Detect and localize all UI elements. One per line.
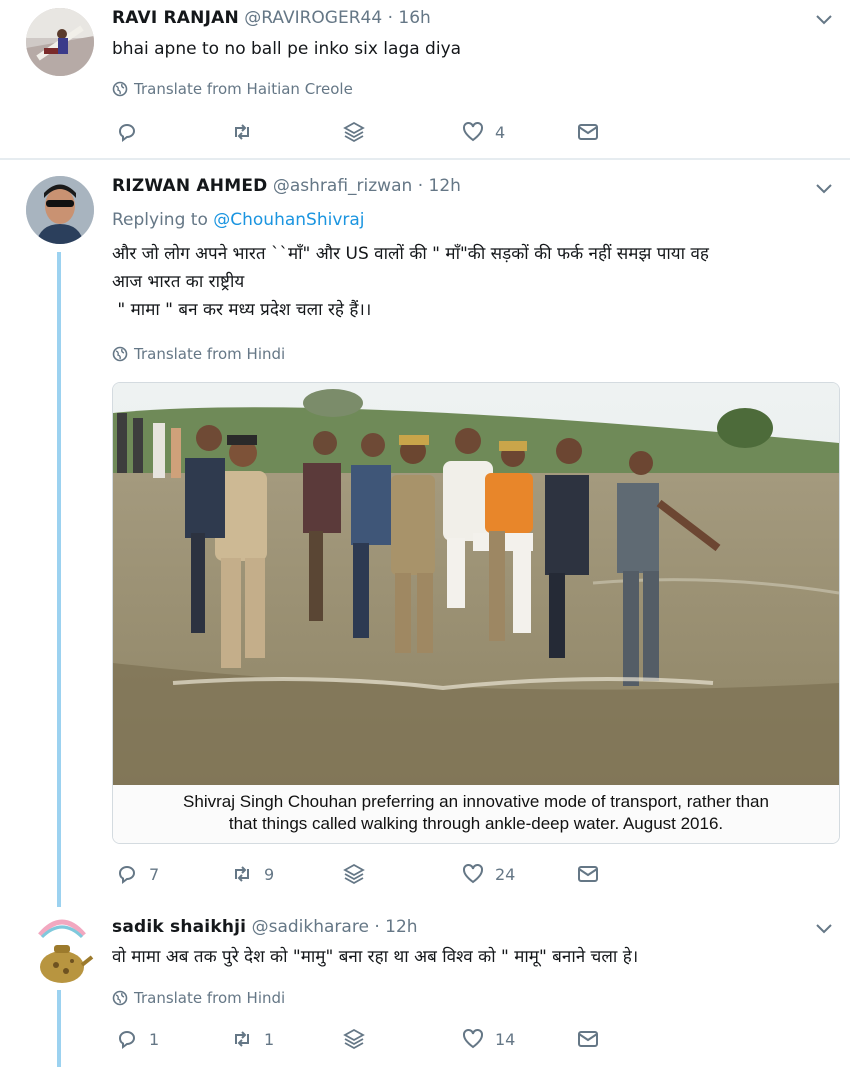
author-name[interactable]: RAVI RANJAN: [112, 8, 239, 28]
heart-icon: [463, 1028, 483, 1049]
reply-icon: [119, 1031, 135, 1049]
media-card[interactable]: Shivraj Singh Chouhan preferring an inno…: [112, 382, 840, 844]
like-button[interactable]: 24: [461, 862, 515, 886]
stack-button[interactable]: [342, 120, 366, 144]
author-name[interactable]: RIZWAN AHMED: [112, 176, 267, 196]
message-icon: [578, 866, 598, 882]
tweet-text: वो मामा अब तक पुरे देश को "मामु" बना रहा…: [112, 947, 639, 967]
reply-icon: [119, 124, 135, 142]
tweet-rizwan-ahmed[interactable]: RIZWAN AHMED @ashrafi_rizwan · 12h Reply…: [0, 160, 850, 905]
reply-icon: [119, 866, 135, 884]
retweet-button[interactable]: 9: [230, 862, 274, 886]
chevron-down-icon[interactable]: [814, 13, 834, 27]
tweet-actions: 1 1 14: [112, 1027, 612, 1057]
reply-button[interactable]: [115, 120, 149, 144]
direct-message-button[interactable]: [576, 120, 600, 144]
translate-label: Translate from Hindi: [134, 989, 286, 1007]
separator-dot: ·: [417, 176, 424, 196]
chevron-down-icon[interactable]: [814, 922, 834, 936]
stack-icon: [343, 121, 365, 143]
translate-label: Translate from Hindi: [134, 345, 286, 363]
retweet-count: 1: [264, 1029, 275, 1049]
media-photo[interactable]: [113, 383, 839, 785]
message-icon: [578, 124, 598, 140]
separator-dot: ·: [374, 917, 380, 937]
retweet-icon: [235, 866, 249, 882]
direct-message-button[interactable]: [576, 862, 600, 886]
timestamp[interactable]: 12h: [385, 917, 417, 937]
media-caption: Shivraj Singh Chouhan preferring an inno…: [113, 785, 839, 843]
like-count: 4: [495, 122, 506, 142]
globe-icon: [112, 81, 128, 97]
chevron-down-icon[interactable]: [814, 182, 834, 196]
like-button[interactable]: 14: [461, 1027, 515, 1051]
separator-dot: ·: [387, 8, 393, 28]
timestamp[interactable]: 12h: [429, 176, 461, 196]
tweet-text: bhai apne to no ball pe inko six laga di…: [112, 39, 462, 59]
reply-count: 1: [149, 1029, 160, 1049]
stack-button[interactable]: [342, 862, 366, 886]
heart-icon: [463, 121, 483, 142]
translate-label: Translate from Haitian Creole: [134, 80, 353, 98]
translate-link[interactable]: Translate from Hindi: [112, 345, 285, 363]
media-caption-line: Shivraj Singh Chouhan preferring an inno…: [183, 792, 769, 811]
globe-icon: [112, 990, 128, 1006]
author-name[interactable]: sadik shaikhji: [112, 917, 246, 937]
translate-link[interactable]: Translate from Haitian Creole: [112, 80, 353, 98]
translate-link[interactable]: Translate from Hindi: [112, 989, 285, 1007]
avatar[interactable]: [26, 176, 94, 244]
tweet-header: sadik shaikhji @sadikharare · 12h: [112, 917, 418, 937]
tweet-text-line: आज भारत का राष्ट्रीय: [112, 272, 245, 292]
like-count: 24: [495, 864, 516, 884]
tweet-text-line: और जो लोग अपने भारत ``माँ" और US वालों क…: [112, 244, 709, 264]
globe-icon: [112, 346, 128, 362]
replying-prefix: Replying to: [112, 210, 208, 230]
like-button[interactable]: 4: [461, 120, 505, 144]
reply-count: 7: [149, 864, 160, 884]
reply-button[interactable]: 7: [115, 862, 159, 886]
stack-icon: [343, 1028, 365, 1050]
tweet-text-line: " मामा " बन कर मध्य प्रदेश चला रहे हैं।।: [112, 300, 372, 320]
heart-icon: [463, 863, 483, 884]
retweet-button[interactable]: 1: [230, 1027, 274, 1051]
retweet-icon: [235, 1031, 249, 1047]
tweet-header: RAVI RANJAN @RAVIROGER44 · 16h: [112, 8, 431, 28]
stack-icon: [343, 863, 365, 885]
retweet-button[interactable]: [230, 120, 264, 144]
avatar[interactable]: [30, 915, 94, 987]
tweet-ravi-ranjan[interactable]: RAVI RANJAN @RAVIROGER44 · 16h bhai apne…: [0, 0, 850, 158]
reply-button[interactable]: 1: [115, 1027, 159, 1051]
direct-message-button[interactable]: [576, 1027, 600, 1051]
like-count: 14: [495, 1029, 516, 1049]
author-handle[interactable]: @sadikharare: [252, 917, 369, 937]
stack-button[interactable]: [342, 1027, 366, 1051]
tweet-actions: 4: [112, 120, 612, 150]
media-caption-line: that things called walking through ankle…: [228, 814, 724, 833]
tweet-text: और जो लोग अपने भारत ``माँ" और US वालों क…: [112, 240, 837, 324]
retweet-icon: [235, 124, 249, 140]
avatar[interactable]: [26, 8, 94, 76]
message-icon: [578, 1031, 598, 1047]
tweet-actions: 7 9 24: [112, 862, 612, 892]
replying-to-link[interactable]: @ChouhanShivraj: [213, 210, 364, 230]
author-handle[interactable]: @ashrafi_rizwan: [273, 176, 412, 196]
retweet-count: 9: [264, 864, 275, 884]
tweet-sadik-shaikhji[interactable]: sadik shaikhji @sadikharare · 12h वो माम…: [0, 905, 850, 1067]
author-handle[interactable]: @RAVIROGER44: [244, 8, 382, 28]
timestamp[interactable]: 16h: [398, 8, 430, 28]
tweet-header: RIZWAN AHMED @ashrafi_rizwan · 12h: [112, 176, 461, 196]
replying-to: Replying to @ChouhanShivraj: [112, 210, 365, 230]
